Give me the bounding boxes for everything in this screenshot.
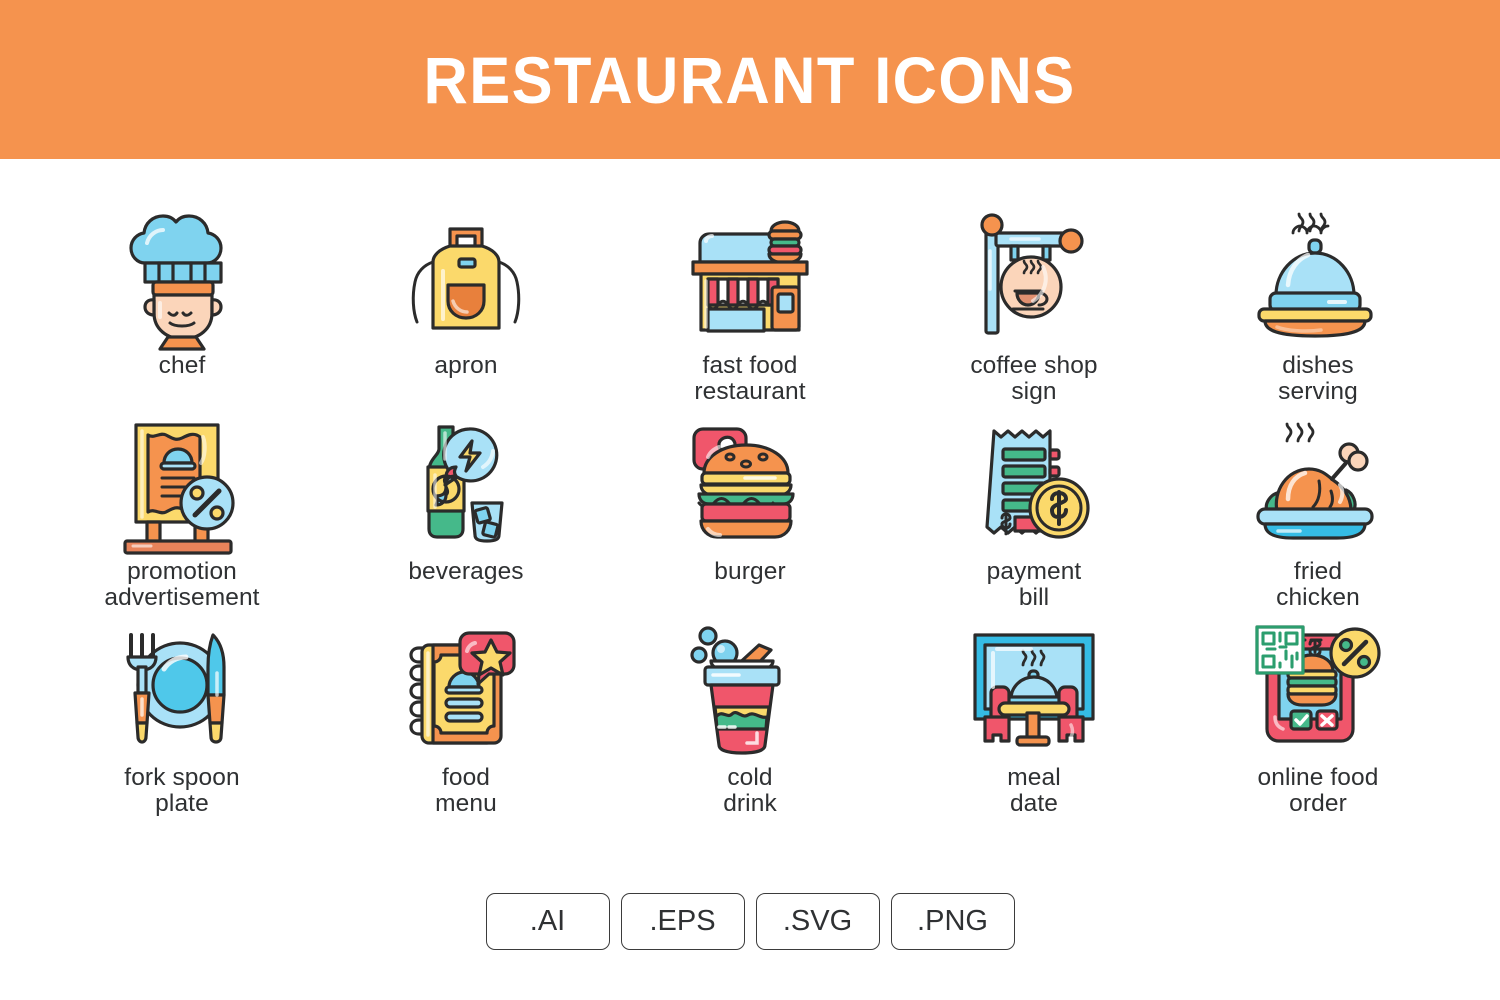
icon-cell-burger[interactable]: burger	[608, 407, 892, 613]
format-badge-list: .AI .EPS .SVG .PNG	[0, 893, 1500, 950]
page-title: RESTAURANT ICONS	[423, 42, 1077, 117]
burger-icon	[675, 407, 825, 557]
payment-bill-icon	[959, 407, 1109, 557]
dishes-serving-icon	[1243, 201, 1393, 351]
icon-cell-promotion[interactable]: promotion advertisement	[40, 407, 324, 613]
chef-icon	[107, 201, 257, 351]
fork-spoon-plate-icon	[107, 613, 257, 763]
icon-label-online-food-order: online food order	[1257, 764, 1379, 817]
icon-label-food-menu: food menu	[435, 764, 497, 817]
cold-drink-icon	[675, 613, 825, 763]
icon-label-fork-spoon-plate: fork spoon plate	[124, 764, 240, 817]
page-header: RESTAURANT ICONS	[0, 0, 1500, 159]
online-food-order-icon	[1243, 613, 1393, 763]
icon-cell-online-food-order[interactable]: online food order	[1176, 613, 1460, 819]
format-badge-svg[interactable]: .SVG	[755, 893, 880, 950]
icon-label-payment-bill: payment bill	[986, 558, 1082, 611]
icon-label-beverages: beverages	[408, 558, 524, 585]
icon-grid: chef apron fast food restaurant coffee s…	[40, 159, 1460, 819]
format-badge-ai[interactable]: .AI	[485, 893, 610, 950]
food-menu-icon	[391, 613, 541, 763]
icon-cell-dishes-serving[interactable]: dishes serving	[1176, 201, 1460, 407]
icon-cell-food-menu[interactable]: food menu	[324, 613, 608, 819]
icon-cell-apron[interactable]: apron	[324, 201, 608, 407]
fast-food-restaurant-icon	[675, 201, 825, 351]
fried-chicken-icon	[1243, 407, 1393, 557]
icon-label-promotion: promotion advertisement	[104, 558, 260, 611]
icon-label-chef: chef	[158, 352, 206, 379]
icon-cell-payment-bill[interactable]: payment bill	[892, 407, 1176, 613]
beverages-icon	[391, 407, 541, 557]
icon-cell-fried-chicken[interactable]: fried chicken	[1176, 407, 1460, 613]
icon-cell-fast-food[interactable]: fast food restaurant	[608, 201, 892, 407]
icon-cell-fork-spoon-plate[interactable]: fork spoon plate	[40, 613, 324, 819]
icon-label-cold-drink: cold drink	[723, 764, 777, 817]
icon-cell-coffee-sign[interactable]: coffee shop sign	[892, 201, 1176, 407]
coffee-shop-sign-icon	[959, 201, 1109, 351]
icon-cell-meal-date[interactable]: meal date	[892, 613, 1176, 819]
icon-label-apron: apron	[434, 352, 498, 379]
icon-label-fast-food: fast food restaurant	[694, 352, 806, 405]
icon-label-dishes-serving: dishes serving	[1278, 352, 1358, 405]
icon-label-meal-date: meal date	[1007, 764, 1061, 817]
meal-date-icon	[959, 613, 1109, 763]
icon-label-burger: burger	[714, 558, 786, 585]
format-badge-eps[interactable]: .EPS	[620, 893, 745, 950]
format-badge-png[interactable]: .PNG	[890, 893, 1015, 950]
icon-cell-cold-drink[interactable]: cold drink	[608, 613, 892, 819]
icon-cell-chef[interactable]: chef	[40, 201, 324, 407]
apron-icon	[391, 201, 541, 351]
icon-label-fried-chicken: fried chicken	[1276, 558, 1360, 611]
icon-label-coffee-sign: coffee shop sign	[970, 352, 1098, 405]
icon-set-page: RESTAURANT ICONS chef apron fast food re…	[0, 0, 1500, 1000]
promotion-advertisement-icon	[107, 407, 257, 557]
icon-cell-beverages[interactable]: beverages	[324, 407, 608, 613]
